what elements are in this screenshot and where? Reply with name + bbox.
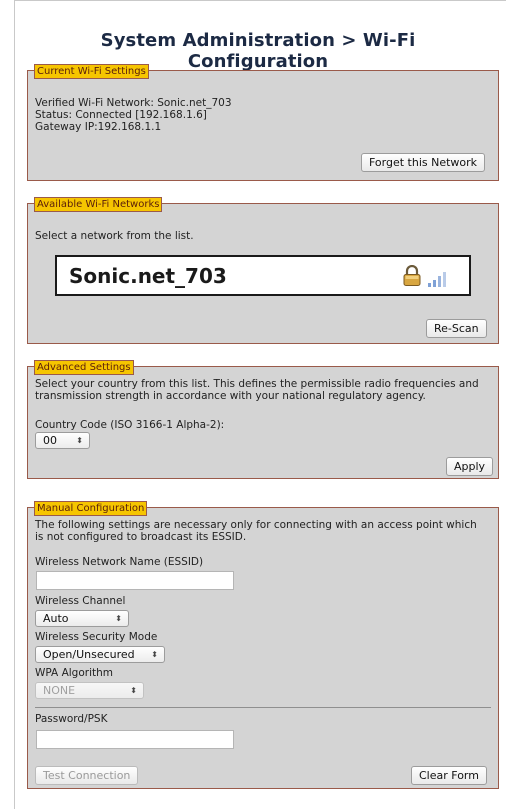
- forget-network-button[interactable]: Forget this Network: [361, 153, 486, 172]
- available-networks-section: Available Wi-Fi Networks Select a networ…: [27, 197, 499, 344]
- network-name: Sonic.net_703: [69, 264, 227, 288]
- manual-configuration-legend: Manual Configuration: [34, 501, 148, 516]
- wireless-channel-select[interactable]: Auto ⬍: [35, 610, 129, 627]
- manual-configuration-section: Manual Configuration The following setti…: [27, 501, 499, 789]
- essid-input[interactable]: [36, 571, 234, 590]
- available-networks-legend: Available Wi-Fi Networks: [34, 197, 163, 212]
- wireless-channel-value: Auto: [43, 612, 69, 625]
- country-description-line1: Select your country from this list. This…: [35, 378, 479, 390]
- wireless-channel-label: Wireless Channel: [35, 595, 126, 607]
- security-mode-select[interactable]: Open/Unsecured ⬍: [35, 646, 165, 663]
- essid-label: Wireless Network Name (ESSID): [35, 556, 204, 568]
- network-list-item[interactable]: Sonic.net_703: [55, 255, 471, 296]
- advanced-settings-legend: Advanced Settings: [34, 360, 134, 375]
- advanced-settings-section: Advanced Settings Select your country fr…: [27, 360, 499, 479]
- security-mode-label: Wireless Security Mode: [35, 631, 158, 643]
- clear-form-button[interactable]: Clear Form: [411, 766, 487, 785]
- updown-arrows-icon: ⬍: [76, 436, 83, 445]
- security-mode-value: Open/Unsecured: [43, 648, 135, 661]
- status-text: Status: Connected [192.168.1.6]: [35, 109, 207, 121]
- gateway-text: Gateway IP:192.168.1.1: [35, 121, 162, 133]
- country-description-line2: transmission strength in accordance with…: [35, 390, 426, 402]
- wpa-algorithm-value: NONE: [43, 684, 76, 697]
- manual-description-line1: The following settings are necessary onl…: [35, 519, 477, 531]
- psk-label: Password/PSK: [35, 713, 108, 725]
- wpa-algorithm-select[interactable]: NONE ⬍: [35, 682, 144, 699]
- country-code-label: Country Code (ISO 3166-1 Alpha-2):: [35, 419, 225, 431]
- psk-input[interactable]: [36, 730, 234, 749]
- wpa-algorithm-label: WPA Algorithm: [35, 667, 113, 679]
- current-wifi-section: Current Wi-Fi Settings Verified Wi-Fi Ne…: [27, 64, 499, 181]
- manual-description-line2: is not configured to broadcast its ESSID…: [35, 531, 247, 543]
- country-code-value: 00: [43, 434, 57, 447]
- current-wifi-legend: Current Wi-Fi Settings: [34, 64, 149, 79]
- updown-arrows-icon: ⬍: [151, 650, 158, 659]
- verified-network-text: Verified Wi-Fi Network: Sonic.net_703: [35, 97, 232, 109]
- updown-arrows-icon: ⬍: [115, 614, 122, 623]
- select-network-instruction: Select a network from the list.: [35, 230, 194, 242]
- country-code-select[interactable]: 00 ⬍: [35, 432, 90, 449]
- section-divider: [35, 707, 491, 708]
- lock-icon: [403, 265, 421, 286]
- signal-strength-icon: [428, 272, 446, 287]
- rescan-button[interactable]: Re-Scan: [426, 319, 487, 338]
- updown-arrows-icon: ⬍: [130, 686, 137, 695]
- apply-button[interactable]: Apply: [446, 457, 494, 476]
- test-connection-button[interactable]: Test Connection: [35, 766, 139, 785]
